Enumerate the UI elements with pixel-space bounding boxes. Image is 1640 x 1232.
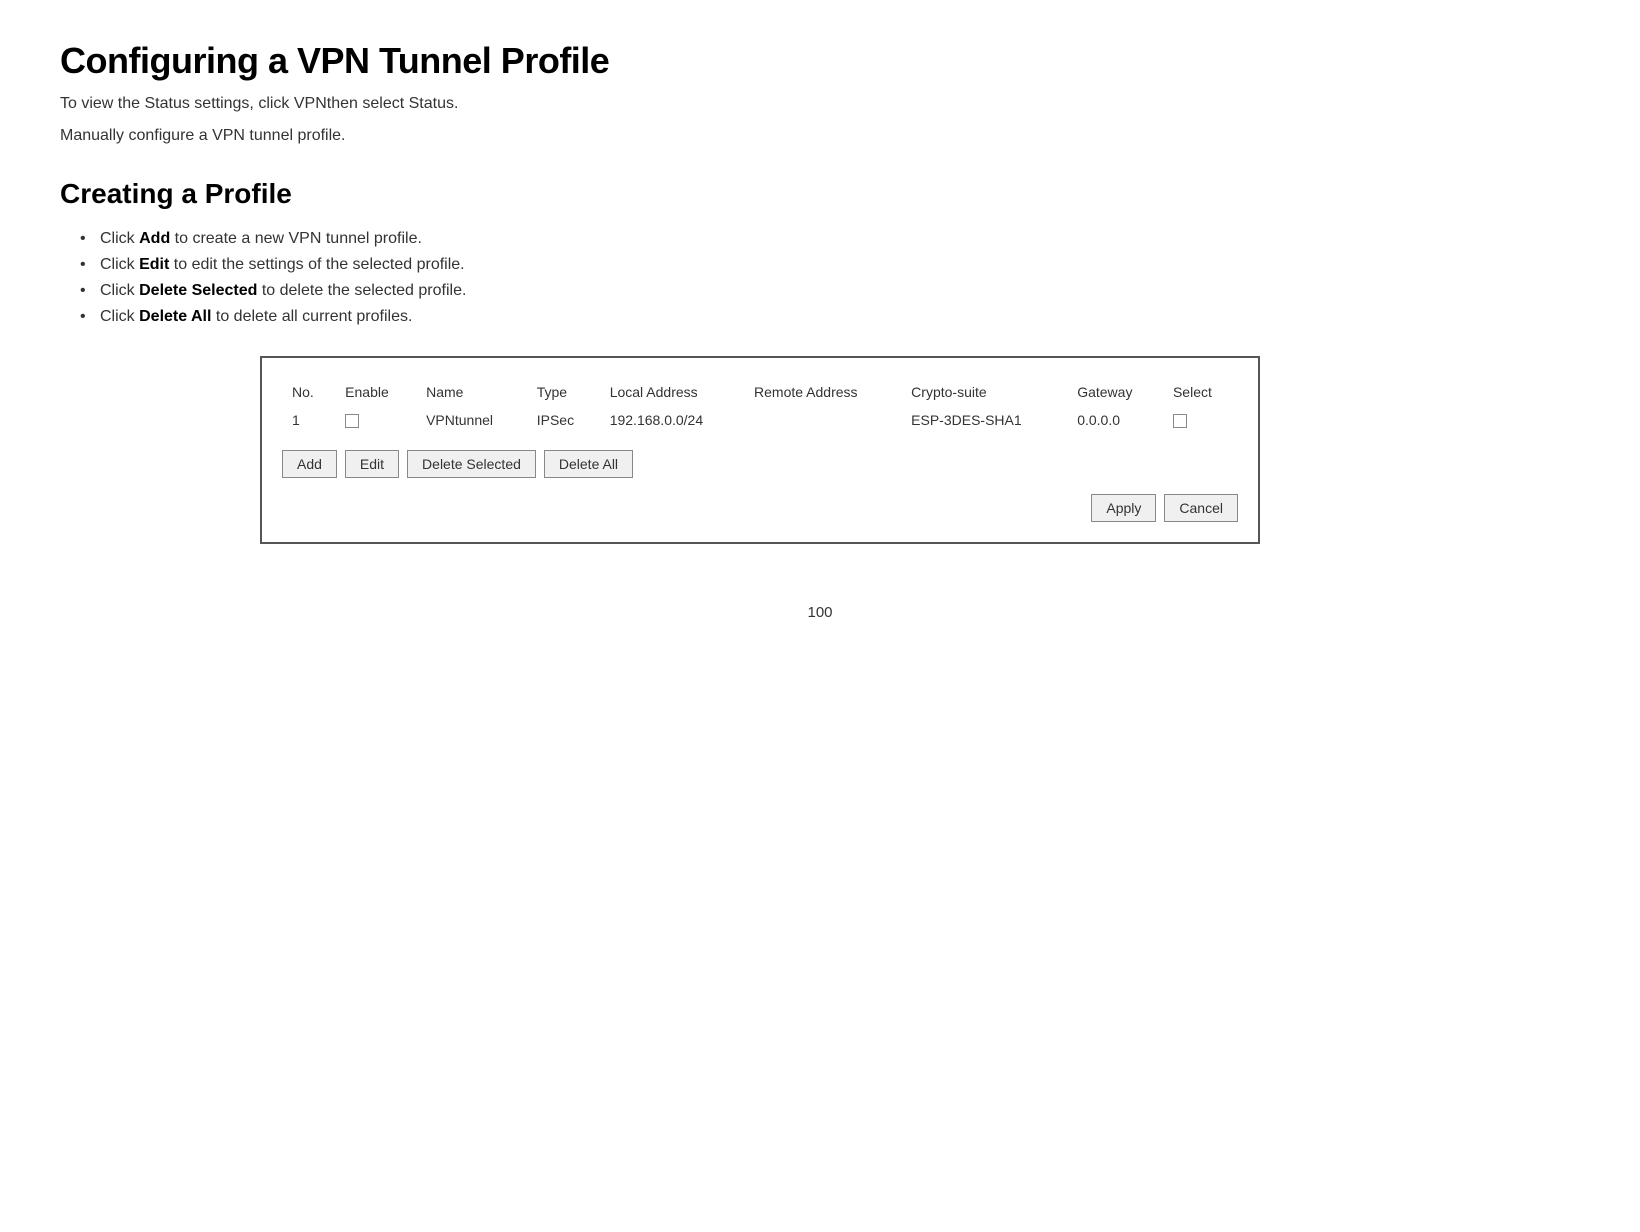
subtitle-line1: To view the Status settings, click VPNth… [60,92,1580,116]
list-item: Click Delete Selected to delete the sele… [80,282,1580,300]
cell-type: IPSec [527,406,600,434]
vpn-table-container: No. Enable Name Type Local Address Remot… [260,356,1260,544]
col-name: Name [416,378,527,406]
col-remote-address: Remote Address [744,378,901,406]
vpn-profiles-table: No. Enable Name Type Local Address Remot… [282,378,1238,434]
delete-selected-button[interactable]: Delete Selected [407,450,536,478]
cell-crypto-suite: ESP-3DES-SHA1 [901,406,1067,434]
bullet-text-4: to delete all current profiles. [211,308,412,325]
apply-button[interactable]: Apply [1091,494,1156,522]
col-enable: Enable [335,378,416,406]
col-local-address: Local Address [600,378,744,406]
col-select: Select [1163,378,1238,406]
table-row: 1 VPNtunnel IPSec 192.168.0.0/24 ESP-3DE… [282,406,1238,434]
delete-selected-label: Delete Selected [139,282,257,299]
page-number: 100 [60,604,1580,621]
cell-name: VPNtunnel [416,406,527,434]
cancel-button[interactable]: Cancel [1164,494,1238,522]
bullet-text-2: to edit the settings of the selected pro… [169,256,464,273]
enable-checkbox[interactable] [345,414,359,428]
instructions-list: Click Add to create a new VPN tunnel pro… [60,230,1580,326]
delete-all-button[interactable]: Delete All [544,450,633,478]
delete-all-label: Delete All [139,308,211,325]
form-actions: Apply Cancel [282,494,1238,522]
cell-no: 1 [282,406,335,434]
list-item: Click Delete All to delete all current p… [80,308,1580,326]
col-gateway: Gateway [1067,378,1163,406]
select-checkbox[interactable] [1173,414,1187,428]
edit-label: Edit [139,256,169,273]
col-crypto-suite: Crypto-suite [901,378,1067,406]
cell-enable[interactable] [335,406,416,434]
section-title: Creating a Profile [60,178,1580,210]
list-item: Click Add to create a new VPN tunnel pro… [80,230,1580,248]
cell-local-address: 192.168.0.0/24 [600,406,744,434]
add-button[interactable]: Add [282,450,337,478]
cell-gateway: 0.0.0.0 [1067,406,1163,434]
col-no: No. [282,378,335,406]
subtitle-line2: Manually configure a VPN tunnel profile. [60,124,1580,148]
bullet-text-1: to create a new VPN tunnel profile. [170,230,422,247]
page-title: Configuring a VPN Tunnel Profile [60,40,1580,82]
cell-remote-address [744,406,901,434]
cell-select[interactable] [1163,406,1238,434]
col-type: Type [527,378,600,406]
list-item: Click Edit to edit the settings of the s… [80,256,1580,274]
add-label: Add [139,230,170,247]
bullet-text-3: to delete the selected profile. [257,282,466,299]
table-actions: Add Edit Delete Selected Delete All [282,450,1238,478]
edit-button[interactable]: Edit [345,450,399,478]
